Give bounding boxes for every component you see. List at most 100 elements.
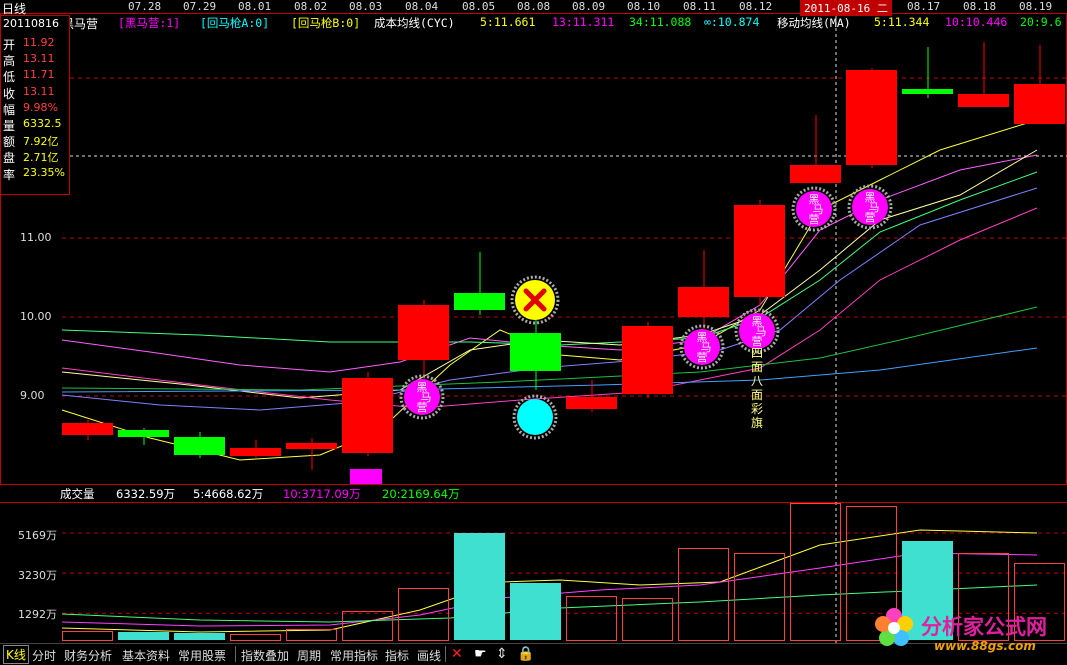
marker-char: 营 <box>417 400 428 414</box>
toolbar-item[interactable]: 财务分析 <box>64 647 112 664</box>
info-label: 率 <box>3 167 16 182</box>
candle-body <box>510 333 561 371</box>
volume-bar <box>230 634 281 641</box>
info-value: 6332.5 <box>23 117 62 130</box>
volume-header-text: 成交量 <box>60 487 95 501</box>
toolbar-item[interactable]: 基本资料 <box>122 647 170 664</box>
date-label: 08.18 <box>963 0 997 13</box>
volume-header-text: 6332.59万 <box>116 487 176 501</box>
indicator-text: [回马枪B:0] <box>291 16 361 30</box>
date-label: 07.28 <box>128 0 162 13</box>
candle-body <box>1014 84 1065 124</box>
toolbar-item[interactable]: 指标 <box>385 647 409 664</box>
candle-body <box>958 94 1009 107</box>
marker-char: 营 <box>697 350 708 364</box>
volume-bar <box>62 631 113 641</box>
indicator-text: [回马枪A:0] <box>200 16 270 30</box>
volume-header-text: 5:4668.62万 <box>193 487 264 501</box>
date-label: 08.03 <box>349 0 383 13</box>
price-tick-label: 10.00 <box>20 310 52 323</box>
date-label: 07.29 <box>183 0 217 13</box>
indicator-text: 5:11.344 <box>874 15 930 29</box>
toolbar-item[interactable]: 常用股票 <box>178 647 226 664</box>
candle-body <box>846 70 897 165</box>
heima-marker-icon: 黑马营 <box>791 186 837 232</box>
candle-body <box>454 293 505 310</box>
info-label: 收 <box>3 86 16 101</box>
move-arrows-icon[interactable]: ⇕ <box>496 646 508 662</box>
indicator-text: 成本均线(CYC) <box>374 16 455 30</box>
volume-header-text: 10:3717.09万 <box>283 487 361 501</box>
marker-char: 营 <box>809 212 820 226</box>
info-label: 额 <box>3 135 16 150</box>
signal-bar <box>350 469 382 484</box>
date-label: 08.19 <box>1019 0 1053 13</box>
kline-chart[interactable]: 黑马营黑马营黑马营黑马营黑马营四面八面彩旗 <box>0 0 1067 643</box>
candle-body <box>622 326 673 394</box>
volume-tick-label: 5169万 <box>18 529 57 542</box>
toolbar-item[interactable]: 分时 <box>32 647 56 664</box>
lock-icon[interactable]: 🔒 <box>517 646 534 662</box>
indicator-text: 13:11.311 <box>552 15 615 29</box>
info-label: 低 <box>3 70 16 85</box>
flag-char: 旗 <box>751 415 763 430</box>
info-value: 7.92亿 <box>23 135 59 149</box>
info-value: 13.11 <box>23 52 55 66</box>
indicator-text: 34:11.088 <box>629 15 692 29</box>
date-label: 08.11 <box>683 0 717 13</box>
flag-char: 彩 <box>751 402 763 416</box>
volume-tick-label: 3230万 <box>18 569 57 582</box>
date-label: 2011-08-16 二 <box>800 0 892 16</box>
info-value: 13.11 <box>23 84 55 98</box>
info-label: 幅 <box>3 102 16 117</box>
marker-char: 营 <box>865 210 876 224</box>
candle-body <box>734 205 785 297</box>
volume-bar <box>510 583 561 640</box>
info-label: 盘 <box>3 151 16 166</box>
volume-bar <box>118 632 169 640</box>
sell-x-icon <box>510 275 560 325</box>
candle-body <box>342 378 393 453</box>
indicator-text: ∞:10.874 <box>704 15 760 29</box>
volume-bar <box>790 503 841 641</box>
date-label: 08.05 <box>462 0 496 13</box>
info-value: 9.98% <box>23 100 58 114</box>
candle-body <box>174 437 225 455</box>
indicator-text: 5:11.661 <box>480 15 536 29</box>
toolbar-item[interactable]: K线 <box>3 645 29 664</box>
toolbar-item[interactable]: 指数叠加 <box>241 647 289 664</box>
candle-body <box>566 397 617 409</box>
date-label: 08.01 <box>238 0 272 13</box>
flag-char: 面 <box>751 360 763 374</box>
info-label: 开 <box>3 38 16 52</box>
candle-body <box>398 305 449 360</box>
price-tick-label: 11.00 <box>20 231 52 244</box>
info-value: 11.71 <box>23 68 55 82</box>
indicator-text: [黑马营:1] <box>118 16 181 30</box>
candle-body <box>62 423 113 435</box>
logo-text: 分析家公式网 <box>921 614 1047 639</box>
indicator-text: 移动均线(MA) <box>777 16 851 30</box>
date-label: 08.17 <box>907 0 941 13</box>
date-label: 08.12 <box>739 0 773 13</box>
volume-bar <box>286 629 337 641</box>
flag-char: 面 <box>751 388 763 402</box>
candle-body <box>118 430 169 437</box>
indicator-text: 10:10.446 <box>945 15 1008 29</box>
flag-char: 八 <box>751 374 763 388</box>
toolbar-item[interactable]: 周期 <box>297 647 321 664</box>
close-icon[interactable]: ✕ <box>451 646 463 662</box>
info-label: 量 <box>3 119 16 133</box>
volume-header-text: 20:2169.64万 <box>382 487 460 501</box>
info-value: 11.92 <box>23 36 55 49</box>
info-label: 高 <box>3 54 16 69</box>
volume-bar <box>454 533 505 640</box>
heima-marker-icon: 黑马营 <box>399 374 445 420</box>
indicator-text: 20:9.6 <box>1020 15 1062 29</box>
toolbar-item[interactable]: 常用指标 <box>330 647 378 664</box>
volume-bar <box>734 553 785 641</box>
candle-body <box>790 165 841 183</box>
toolbar-item[interactable]: 画线 <box>417 647 441 664</box>
cyan-disc <box>517 399 553 435</box>
hand-cursor-icon[interactable]: ☛ <box>474 646 487 662</box>
